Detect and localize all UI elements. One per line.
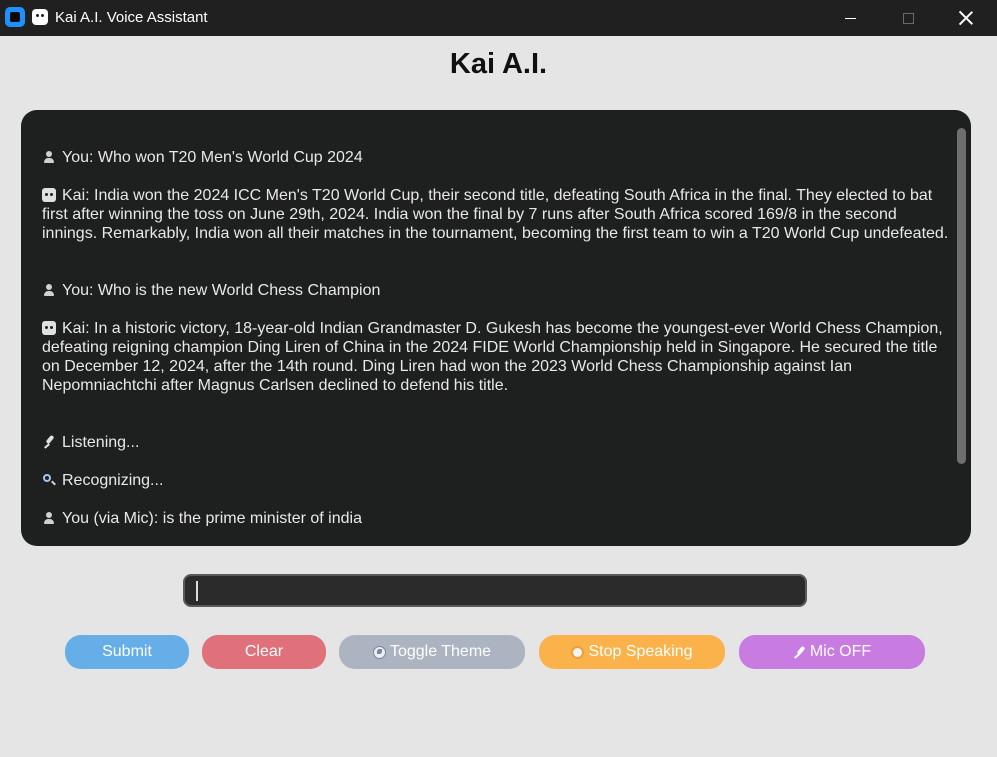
message-text: Kai: In a historic victory, 18-year-old … (42, 320, 943, 394)
message-text: Listening... (62, 434, 140, 451)
minimize-button[interactable] (821, 0, 879, 36)
minimize-icon (844, 17, 856, 19)
robot-icon (42, 321, 56, 335)
microphone-icon (793, 646, 806, 659)
chat-scrollbar[interactable] (957, 128, 966, 464)
submit-button[interactable]: Submit (65, 635, 189, 669)
globe-icon (372, 645, 386, 659)
message-text: Kai: India won the 2024 ICC Men's T20 Wo… (42, 187, 949, 242)
chat-message: Kai: In a historic victory, 18-year-old … (42, 319, 952, 395)
message-text: You: Who is the new World Chess Champion (62, 282, 381, 299)
toggle-theme-label: Toggle Theme (389, 643, 492, 660)
chat-message: You: Who is the new World Chess Champion (42, 281, 952, 300)
robot-icon (32, 9, 48, 25)
mic-toggle-label: Mic OFF (809, 643, 872, 660)
window-titlebar: Kai A.I. Voice Assistant (0, 0, 997, 36)
page-title: Kai A.I. (449, 48, 548, 80)
message-text: You (via Mic): is the prime minister of … (62, 510, 362, 526)
maximize-icon (902, 12, 914, 24)
chat-message: Listening... (42, 433, 952, 452)
submit-label: Submit (102, 643, 152, 660)
toggle-theme-button[interactable]: Toggle Theme (339, 635, 525, 669)
robot-icon (42, 188, 56, 202)
microphone-icon (42, 435, 56, 449)
window-title: Kai A.I. Voice Assistant (55, 9, 208, 26)
chat-log[interactable]: You: Who won T20 Men's World Cup 2024 Ka… (21, 110, 971, 546)
close-icon (959, 11, 973, 25)
chat-content: You: Who won T20 Men's World Cup 2024 Ka… (42, 148, 952, 526)
chat-message: You (via Mic): is the prime minister of … (42, 509, 952, 526)
user-icon (42, 283, 56, 297)
app-icon (5, 7, 25, 27)
close-button[interactable] (937, 0, 995, 36)
clear-label: Clear (244, 643, 284, 660)
message-text: Recognizing... (62, 472, 164, 489)
message-input[interactable] (183, 574, 807, 607)
message-text: You: Who won T20 Men's World Cup 2024 (62, 149, 363, 166)
user-icon (42, 511, 56, 525)
chat-message: Recognizing... (42, 471, 952, 490)
text-caret (196, 581, 198, 601)
mic-toggle-button[interactable]: Mic OFF (739, 635, 925, 669)
chat-message: Kai: India won the 2024 ICC Men's T20 Wo… (42, 186, 952, 243)
clear-button[interactable]: Clear (202, 635, 326, 669)
stop-speaking-label: Stop Speaking (588, 643, 693, 660)
user-icon (42, 150, 56, 164)
magnifier-icon (42, 473, 56, 487)
maximize-button[interactable] (879, 0, 937, 36)
stop-speaking-button[interactable]: Stop Speaking (539, 635, 725, 669)
chat-message: You: Who won T20 Men's World Cup 2024 (42, 148, 952, 167)
stop-icon (571, 645, 585, 659)
